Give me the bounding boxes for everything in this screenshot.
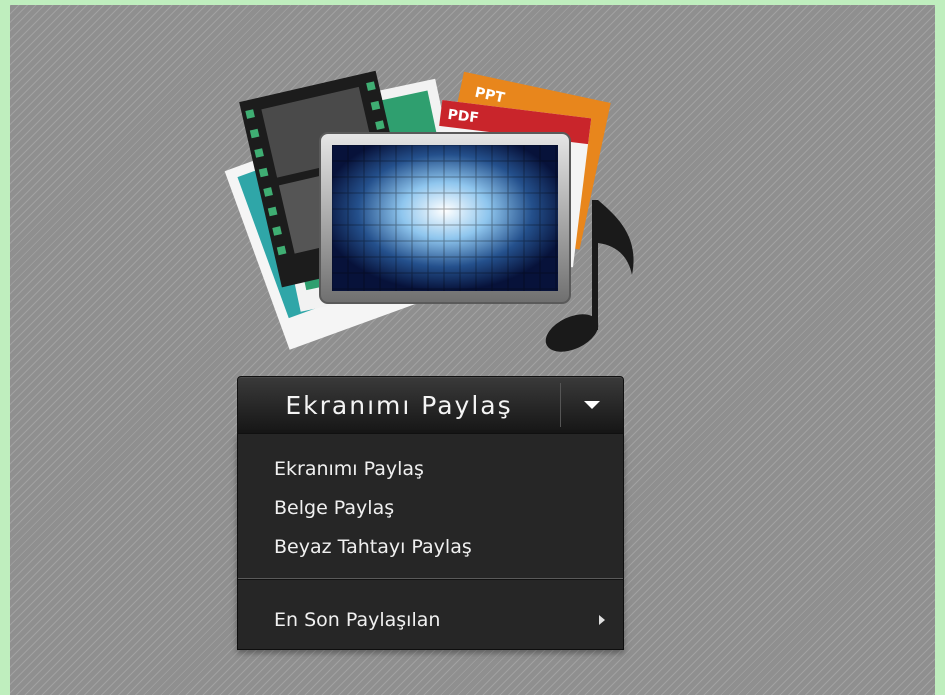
menu-item-share-screen[interactable]: Ekranımı Paylaş xyxy=(274,454,611,484)
share-my-screen-button[interactable]: Ekranımı Paylaş xyxy=(238,377,560,433)
menu-item-recently-shared-label: En Son Paylaşılan xyxy=(274,609,441,631)
share-split-button: Ekranımı Paylaş xyxy=(237,376,624,434)
chevron-down-icon xyxy=(584,401,600,409)
chevron-right-icon xyxy=(599,615,605,625)
menu-separator xyxy=(238,578,623,580)
share-options-menu: Ekranımı Paylaş Belge Paylaş Beyaz Tahta… xyxy=(237,434,624,650)
menu-item-share-whiteboard[interactable]: Beyaz Tahtayı Paylaş xyxy=(274,532,611,562)
screen-icon xyxy=(319,132,571,304)
menu-item-recently-shared[interactable]: En Son Paylaşılan xyxy=(274,605,611,635)
share-options-dropdown-button[interactable] xyxy=(561,377,623,433)
share-content-illustration: PPT PDF xyxy=(224,70,634,352)
share-pod: PPT PDF Ekranımı Paylaş Ekranımı Paylaş … xyxy=(10,5,935,695)
menu-item-share-document[interactable]: Belge Paylaş xyxy=(274,493,611,523)
